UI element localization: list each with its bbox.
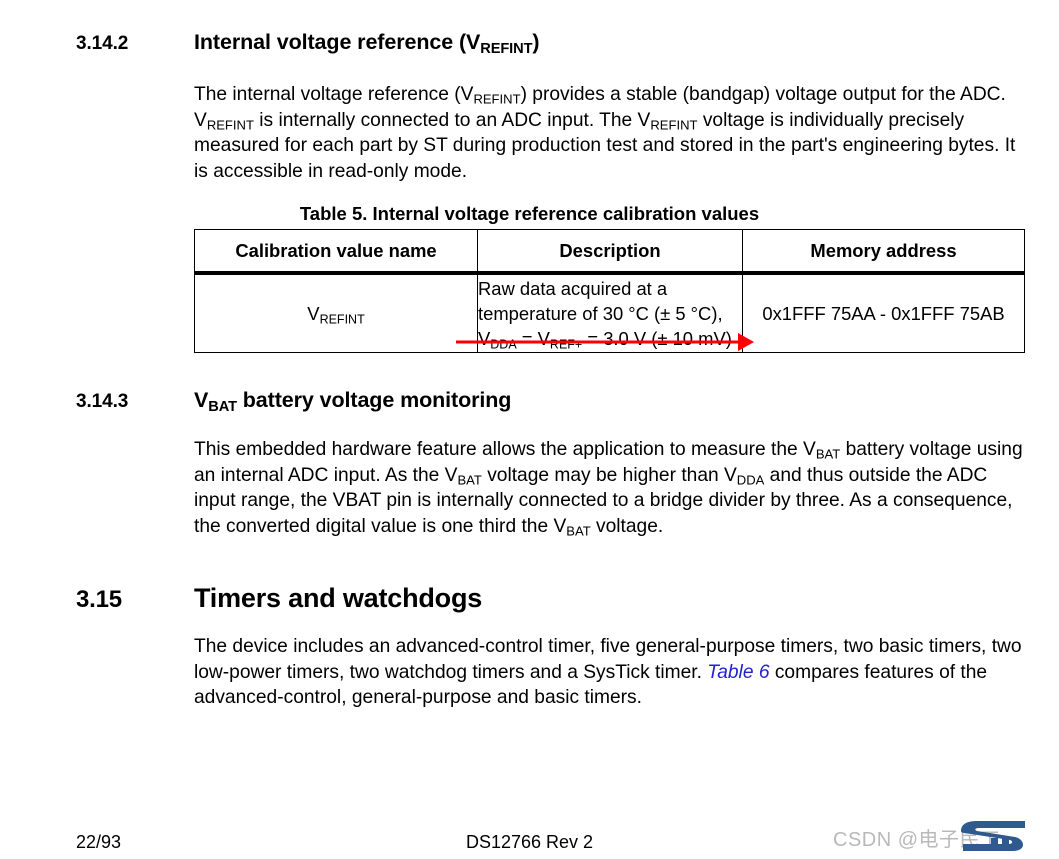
heading-3-14-3: 3.14.3 VBAT battery voltage monitoring xyxy=(76,388,512,415)
heading-3-15-text: Timers and watchdogs xyxy=(194,583,483,613)
st-logo-icon xyxy=(961,821,1025,851)
paragraph-internal-voltage-reference: The internal voltage reference (VREFINT)… xyxy=(194,84,1016,182)
heading-3-14-3-number: 3.14.3 xyxy=(76,391,129,412)
table-row: VREFINT Raw data acquired at a temperatu… xyxy=(194,272,1025,353)
heading-3-14-2-text: Internal voltage reference (VREFINT) xyxy=(194,30,540,57)
table-6-crossref-link[interactable]: Table 6 xyxy=(707,662,769,683)
table-header-description: Description xyxy=(477,229,743,275)
heading-3-15-number: 3.15 xyxy=(76,586,122,613)
st-logo xyxy=(955,818,1033,859)
table-header-memory-address: Memory address xyxy=(742,229,1025,275)
cell-memory-address: 0x1FFF 75AA - 0x1FFF 75AB xyxy=(742,272,1025,353)
table-5-internal-voltage-reference-calibration-values: Calibration value name Description Memor… xyxy=(194,229,1025,353)
document-page: 3.14.2 Internal voltage reference (VREFI… xyxy=(0,0,1059,859)
paragraph-timers-and-watchdogs: The device includes an advanced-control … xyxy=(194,636,1022,709)
table-header-row: Calibration value name Description Memor… xyxy=(194,229,1025,275)
heading-3-14-2-number: 3.14.2 xyxy=(76,33,129,54)
paragraph-vbat-battery-voltage-monitoring: This embedded hardware feature allows th… xyxy=(194,439,1023,539)
heading-3-15: 3.15 Timers and watchdogs xyxy=(76,583,482,614)
heading-3-14-2: 3.14.2 Internal voltage reference (VREFI… xyxy=(76,30,540,57)
table-5-caption: Table 5. Internal voltage reference cali… xyxy=(299,203,760,224)
cell-calibration-value-name: VREFINT xyxy=(194,272,478,353)
heading-3-14-3-text: VBAT battery voltage monitoring xyxy=(194,388,512,415)
table-header-calibration-value-name: Calibration value name xyxy=(194,229,478,275)
cell-description: Raw data acquired at a temperature of 30… xyxy=(477,272,743,353)
